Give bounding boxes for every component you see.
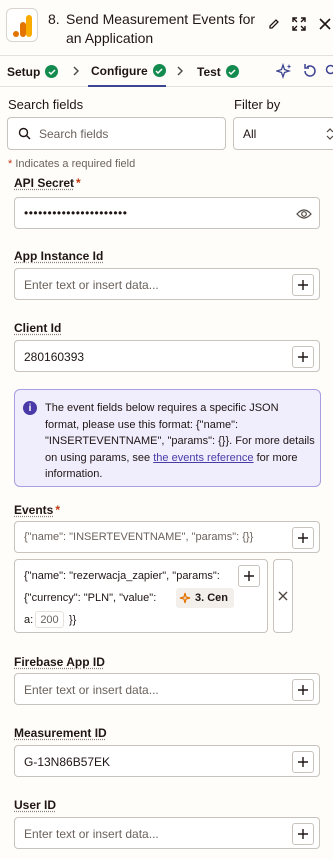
search-fields-input[interactable]: Search fields: [7, 117, 226, 150]
client-id-label: Client Id: [14, 321, 62, 335]
insert-data-button[interactable]: [292, 823, 314, 845]
search-fields-label: Search fields: [8, 97, 84, 112]
filter-select[interactable]: All: [233, 117, 333, 150]
insert-data-button[interactable]: [292, 274, 314, 296]
events-reference-link[interactable]: the events reference: [153, 452, 253, 464]
app-instance-id-label: App Instance Id: [14, 249, 104, 263]
field-placeholder: {"name": "INSERTEVENTNAME", "params": {}…: [24, 531, 254, 543]
app-instance-id-field[interactable]: Enter text or insert data...: [14, 268, 320, 300]
tab-label: Test: [197, 64, 221, 79]
search-placeholder: Search fields: [39, 127, 109, 141]
field-placeholder: Enter text or insert data...: [24, 683, 159, 697]
google-analytics-icon: [6, 8, 38, 42]
plus-icon: [298, 280, 308, 290]
required-note-text: Indicates a required field: [12, 158, 136, 170]
check-icon: [225, 65, 239, 78]
step-title: Send Measurement Events for an Applicati…: [66, 11, 256, 46]
events-placeholder-field[interactable]: {"name": "INSERTEVENTNAME", "params": {}…: [14, 521, 320, 553]
filter-value: All: [243, 127, 257, 141]
zapier-step-icon: [179, 592, 191, 604]
required-note: * Indicates a required field: [8, 158, 135, 170]
client-id-value: 280160393: [24, 350, 85, 364]
refresh-icon[interactable]: [302, 63, 318, 79]
insert-data-button[interactable]: [292, 679, 314, 701]
data-pill[interactable]: 3. Cen: [176, 588, 235, 608]
events-line-2: {"currency": "PLN", "value":: [24, 592, 157, 604]
close-icon: [278, 591, 288, 601]
events-line-1: {"name": "rezerwacja_zapier", "params":: [24, 570, 220, 582]
plus-icon: [298, 352, 308, 362]
filter-by-label: Filter by: [234, 97, 281, 112]
chevron-right-icon: [176, 65, 184, 77]
required-star: *: [76, 176, 81, 190]
api-secret-label: API Secret *: [14, 176, 81, 190]
insert-data-button[interactable]: [238, 565, 260, 587]
tab-label: Setup: [7, 64, 41, 79]
pill-value: 200: [35, 611, 64, 628]
user-id-label: User ID: [14, 798, 57, 812]
info-text: The event fields below requires a specif…: [45, 400, 315, 483]
search-icon: [18, 127, 32, 141]
step-header: 8. Send Measurement Events for an Applic…: [0, 0, 333, 56]
select-arrows-icon: [326, 127, 333, 141]
info-icon: i: [23, 401, 37, 415]
user-id-field[interactable]: Enter text or insert data...: [14, 817, 320, 849]
label-text: Events: [14, 503, 54, 517]
info-box: i The event fields below requires a spec…: [14, 389, 321, 487]
insert-data-button[interactable]: [292, 751, 314, 773]
plus-icon: [298, 685, 308, 695]
events-label: Events *: [14, 503, 60, 517]
tab-label: Configure: [91, 63, 148, 78]
measurement-id-label: Measurement ID: [14, 726, 107, 740]
sparkle-icon[interactable]: [276, 63, 293, 80]
search-icon[interactable]: [325, 64, 333, 78]
firebase-app-id-label: Firebase App ID: [14, 655, 105, 669]
client-id-field[interactable]: 280160393: [14, 340, 320, 372]
insert-data-button[interactable]: [292, 527, 314, 549]
eye-icon[interactable]: [296, 208, 312, 220]
field-placeholder: Enter text or insert data...: [24, 827, 159, 841]
plus-icon: [298, 533, 308, 543]
edit-icon[interactable]: [268, 18, 280, 30]
tab-setup[interactable]: Setup: [7, 56, 59, 87]
events-value-field[interactable]: {"name": "rezerwacja_zapier", "params": …: [14, 559, 268, 633]
insert-data-button[interactable]: [292, 346, 314, 368]
api-secret-field[interactable]: ••••••••••••••••••••••: [14, 197, 320, 229]
firebase-app-id-field[interactable]: Enter text or insert data...: [14, 673, 320, 705]
check-icon: [152, 64, 166, 77]
pill-label-cont: a:: [24, 614, 34, 626]
step-tabs: Setup Configure Test: [0, 56, 333, 87]
measurement-id-value: G-13N86B57EK: [24, 755, 111, 769]
tab-test[interactable]: Test: [197, 56, 239, 87]
chevron-right-icon: [72, 65, 80, 77]
measurement-id-field[interactable]: G-13N86B57EK: [14, 745, 320, 777]
tab-configure[interactable]: Configure: [88, 56, 166, 87]
pill-label: 3. Cen: [195, 592, 229, 604]
events-line-end: }}: [69, 614, 77, 626]
close-icon[interactable]: [319, 18, 331, 30]
plus-icon: [244, 571, 254, 581]
label-text: API Secret: [14, 176, 75, 190]
remove-event-button[interactable]: [273, 559, 293, 633]
expand-icon[interactable]: [292, 17, 306, 31]
step-number: 8.: [48, 11, 60, 27]
plus-icon: [298, 757, 308, 767]
required-star: *: [55, 503, 61, 517]
plus-icon: [298, 829, 308, 839]
field-placeholder: Enter text or insert data...: [24, 278, 159, 292]
api-secret-value: ••••••••••••••••••••••: [24, 206, 128, 220]
check-icon: [45, 65, 59, 78]
